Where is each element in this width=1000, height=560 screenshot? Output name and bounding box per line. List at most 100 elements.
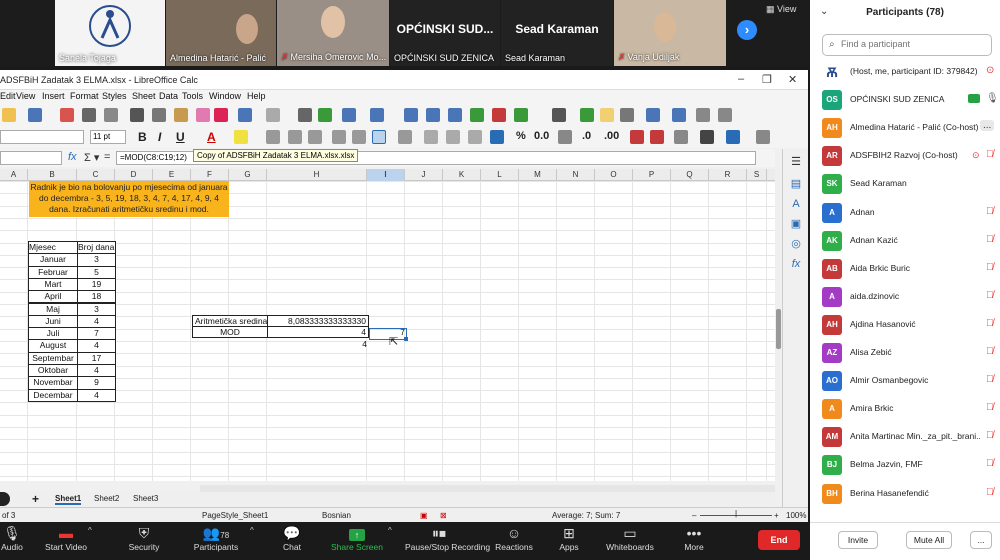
participant-row[interactable]: BH Berina Hasanefendić 🎙̸ [810, 480, 1000, 508]
mode-label-cell[interactable]: MOD [192, 326, 268, 338]
formula-icon[interactable]: = [104, 151, 110, 163]
table-cell-days[interactable]: 3 [77, 253, 116, 267]
table-cell-days[interactable]: 17 [77, 351, 116, 365]
apps-button[interactable]: ⊞ Apps [535, 524, 603, 552]
column-header-i[interactable]: I [367, 169, 405, 181]
insert-chart-icon[interactable] [492, 108, 506, 122]
table-cell-month[interactable]: Maj [28, 302, 78, 316]
scroll-thumb[interactable] [776, 309, 781, 349]
functions-icon[interactable]: fx [789, 257, 803, 271]
styles-icon[interactable]: A [789, 197, 803, 211]
table-cell-days[interactable]: 4 [77, 388, 116, 402]
participant-row[interactable]: AK Adnan Kazić 🎙̸ [810, 227, 1000, 255]
comment-icon[interactable] [600, 108, 614, 122]
participant-row[interactable]: SK Sead Karaman [810, 170, 1000, 198]
video-tile-5[interactable]: Sead Karaman Sead Karaman [501, 0, 613, 66]
paste-icon[interactable] [174, 108, 188, 122]
table-cell-days[interactable]: 19 [77, 277, 116, 292]
export-pdf-icon[interactable] [60, 108, 74, 122]
navigator-icon[interactable]: ◎ [789, 237, 803, 251]
border-style-icon[interactable] [700, 130, 714, 144]
show-draw-functions-icon[interactable] [696, 108, 710, 122]
underline-icon[interactable]: U [176, 130, 185, 144]
align-top-icon[interactable] [332, 130, 346, 144]
pause-stop-recording-button[interactable]: ⏸⏹ Pause/Stop Recording [405, 524, 490, 552]
table-cell-month[interactable]: Februar [28, 265, 78, 279]
borders-icon[interactable] [674, 130, 688, 144]
special-character-icon[interactable] [552, 108, 566, 122]
table-cell-days[interactable]: 7 [77, 327, 116, 341]
save-icon[interactable] [28, 108, 42, 122]
redo-icon[interactable] [266, 108, 280, 122]
column-header-l[interactable]: L [481, 169, 519, 181]
participant-row[interactable]: BJ Belma Jazvin, FMF 🎙̸ [810, 451, 1000, 479]
sheet-tab-3[interactable]: Sheet3 [133, 494, 158, 503]
menu-insert[interactable]: Insert [42, 91, 65, 101]
participant-row[interactable]: Aaida.dzinovic 🎙̸ [810, 283, 1000, 311]
table-cell-days[interactable]: 3 [77, 302, 116, 316]
column-header-a[interactable]: A [0, 169, 28, 181]
autofilter-icon[interactable] [448, 108, 462, 122]
video-tile-2[interactable]: Almedina Hatarić - Palić [166, 0, 276, 66]
print-preview-icon[interactable] [104, 108, 118, 122]
gallery-icon[interactable]: ▣ [789, 217, 803, 231]
clone-formatting-icon[interactable] [196, 108, 210, 122]
sum-icon[interactable]: Σ ▾ [84, 151, 99, 164]
mic-muted-icon[interactable]: 🎙̸ [986, 262, 994, 273]
table-cell-month[interactable]: Decembar [28, 388, 78, 402]
security-button[interactable]: ⛨ Security [110, 524, 178, 552]
fill-handle[interactable] [404, 337, 408, 341]
add-sheet-icon[interactable]: + [32, 492, 39, 506]
currency-icon[interactable] [490, 130, 504, 144]
spreadsheet-grid[interactable]: ABCDEFGHIJKLMNOPQRS Radnik je bio na bol… [0, 169, 775, 481]
hyperlink-icon[interactable] [580, 108, 594, 122]
vertical-scrollbar[interactable] [775, 169, 782, 481]
mic-muted-icon[interactable]: 🎙̸ [986, 487, 994, 498]
add-decimal-icon[interactable]: .0 [582, 130, 591, 142]
align-bottom-icon[interactable] [372, 130, 386, 144]
participant-row[interactable]: AO Almir Osmanbegovic 🎙̸ [810, 367, 1000, 395]
mode-value-cell[interactable]: 4 [267, 326, 369, 338]
mic-muted-icon[interactable]: 🎙̸ [986, 374, 994, 385]
mic-muted-icon[interactable]: 🎙̸ [986, 149, 994, 160]
maximize-icon[interactable]: ❐ [762, 73, 772, 86]
pivot-table-icon[interactable] [514, 108, 528, 122]
clear-formatting-icon[interactable] [214, 108, 228, 122]
participant-row[interactable]: AB Aida Brkic Buric 🎙̸ [810, 255, 1000, 283]
print-icon[interactable] [82, 108, 96, 122]
participant-search-input[interactable] [841, 39, 981, 49]
italic-icon[interactable]: I [158, 130, 161, 144]
column-header-s[interactable]: S [747, 169, 767, 181]
mic-muted-icon[interactable]: 🎙̸ [986, 234, 994, 245]
column-header-k[interactable]: K [443, 169, 481, 181]
cut-icon[interactable] [130, 108, 144, 122]
row-icon[interactable] [342, 108, 356, 122]
name-box[interactable] [0, 151, 62, 165]
conditional-icon[interactable] [756, 130, 770, 144]
number-format-icon[interactable]: 0.0 [534, 130, 549, 142]
participant-row[interactable]: AZ Alisa Zebić 🎙̸ [810, 339, 1000, 367]
close-icon[interactable]: ✕ [788, 73, 797, 86]
table-header-days[interactable]: Broj dana [77, 241, 116, 255]
minimize-icon[interactable]: – [738, 73, 744, 85]
zoom-thumb-icon[interactable]: | [735, 509, 737, 518]
video-tile-4[interactable]: OPĆINSKI SUD... OPĆINSKI SUD ZENICA [390, 0, 500, 66]
mic-muted-icon[interactable]: 🎙̸ [986, 290, 994, 301]
next-page-arrow-icon[interactable]: › [737, 20, 757, 40]
mic-muted-icon[interactable]: 🎙̸ [986, 318, 994, 329]
sheet-tab-2[interactable]: Sheet2 [94, 494, 119, 503]
properties-icon[interactable]: ▤ [789, 177, 803, 191]
decrease-indent-icon[interactable] [650, 130, 664, 144]
headers-footers-icon[interactable] [620, 108, 634, 122]
percent-icon[interactable]: % [516, 130, 526, 142]
align-left-icon[interactable] [266, 130, 280, 144]
merge-center-icon[interactable] [468, 130, 482, 144]
video-tile-1[interactable]: Sanela Tojaga [55, 0, 165, 66]
column-header-q[interactable]: Q [671, 169, 709, 181]
menu-format[interactable]: Format [70, 91, 99, 101]
table-cell-month[interactable]: Juli [28, 327, 78, 341]
participants-button[interactable]: 👥78 Participants [182, 524, 250, 552]
column-header-b[interactable]: B [28, 169, 77, 181]
video-tile-6[interactable]: ✗ Vanja Udiljak [614, 0, 726, 66]
column-header-j[interactable]: J [405, 169, 443, 181]
